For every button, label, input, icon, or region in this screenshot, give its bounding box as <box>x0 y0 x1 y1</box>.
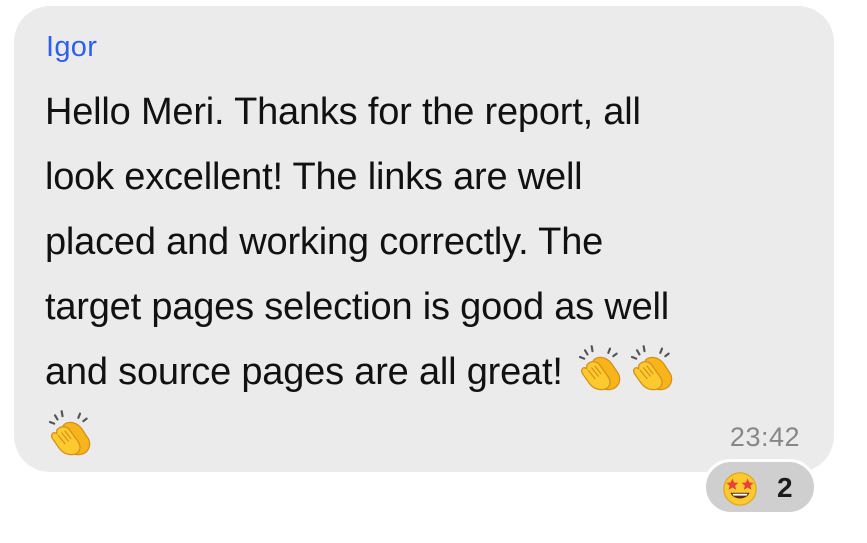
message-line: target pages selection is good as well <box>45 286 670 328</box>
reaction-chip[interactable]: 2 <box>703 459 817 515</box>
message-line: look excellent! The links are well <box>45 156 583 198</box>
message-line: placed and working correctly. The <box>45 221 604 263</box>
clapping-hands-icon <box>45 407 95 457</box>
star-struck-icon <box>721 469 759 507</box>
reaction-count: 2 <box>777 472 793 503</box>
sender-name[interactable]: Igor <box>46 28 97 66</box>
message-line: and source pages are all great! <box>45 351 563 393</box>
clapping-hands-icon <box>627 342 677 392</box>
clapping-hands-icon <box>575 342 625 392</box>
message-timestamp: 23:42 <box>729 422 800 452</box>
message-line: Hello Meri. Thanks for the report, all <box>45 91 641 133</box>
message-bubble[interactable]: Igor Hello Meri. Thanks for the report, … <box>14 6 834 472</box>
message-text: Hello Meri. Thanks for the report, all l… <box>45 80 805 470</box>
